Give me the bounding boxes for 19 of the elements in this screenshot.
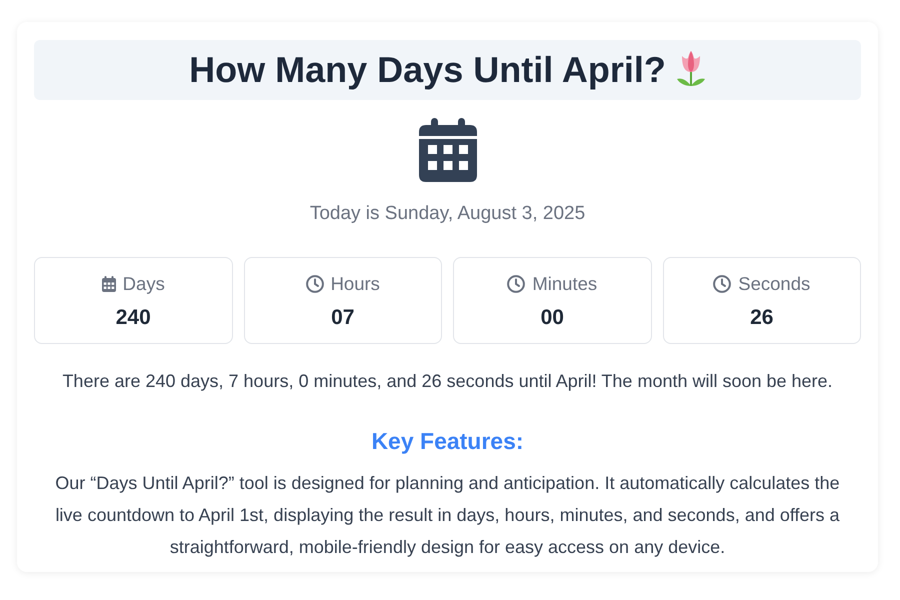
today-date: Today is Sunday, August 3, 2025 <box>310 202 586 226</box>
tile-value: 240 <box>116 305 151 331</box>
tile-value: 00 <box>540 305 564 331</box>
clock-icon <box>306 275 324 293</box>
countdown-summary: There are 240 days, 7 hours, 0 minutes, and 26 seconds until April! The month will soon be here. <box>62 370 833 393</box>
tulip-icon <box>676 51 706 87</box>
tile-label: Days <box>122 273 165 295</box>
tile-value: 26 <box>750 305 774 331</box>
features-heading: Key Features: <box>371 427 524 455</box>
calendar-icon <box>102 276 116 292</box>
page-title: How Many Days Until April? <box>189 49 666 91</box>
tile-label: Minutes <box>532 273 598 295</box>
tile-value: 07 <box>331 305 354 331</box>
tile-label: Seconds <box>738 273 810 295</box>
clock-icon <box>507 275 526 293</box>
calendar-icon <box>418 118 476 182</box>
tile-label: Hours <box>330 273 380 295</box>
features-text: Our “Days Until April?” tool is designed for planning and anticipation. It automatically calculates the live countdown to April 1st, displaying the result in days, hours, minutes, and seconds, and offers a straightforward, mobile-friendly design for easy access on any device. <box>54 472 841 559</box>
clock-icon <box>713 275 732 293</box>
